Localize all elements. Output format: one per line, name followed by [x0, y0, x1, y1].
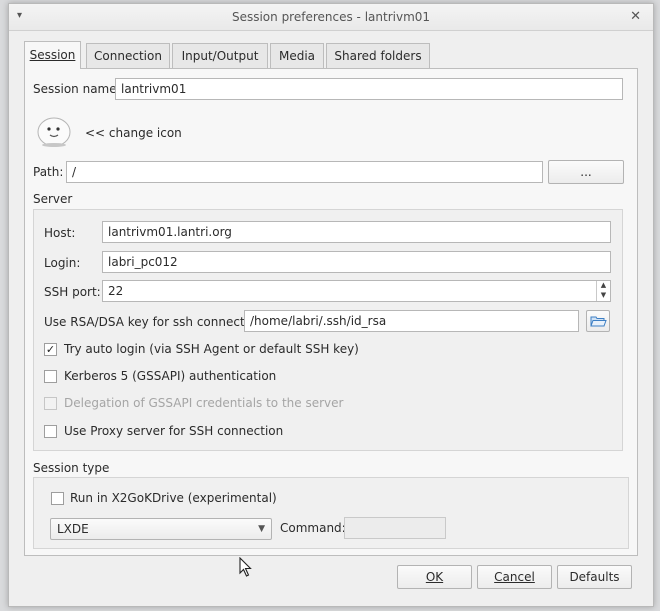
server-group: Host: lantrivm01.lantri.org Login: labri…: [33, 209, 623, 451]
delegation-label: Delegation of GSSAPI credentials to the …: [64, 396, 344, 410]
ok-button-label: OK: [425, 570, 444, 584]
title-bar: ▾ Session preferences - lantrivm01 ✕: [9, 4, 653, 31]
kerberos-checkbox[interactable]: [44, 370, 57, 383]
close-icon[interactable]: ✕: [630, 9, 641, 24]
command-input: [344, 517, 446, 539]
mascot-icon: [37, 117, 71, 147]
auto-login-label[interactable]: Try auto login (via SSH Agent or default…: [64, 342, 359, 356]
mouse-cursor-icon: [239, 557, 252, 577]
chevron-down-icon: ▼: [258, 524, 265, 534]
session-type-select[interactable]: LXDE ▼: [50, 518, 272, 540]
host-label: Host:: [44, 226, 76, 240]
window-title: Session preferences - lantrivm01: [231, 10, 431, 24]
command-label: Command:: [280, 521, 346, 535]
session-name-input[interactable]: lantrivm01: [115, 78, 623, 100]
login-input[interactable]: labri_pc012: [102, 251, 611, 273]
session-type-value: LXDE: [57, 522, 89, 536]
tab-shared-folders-label: Shared folders: [334, 49, 422, 63]
x2gokdrive-label[interactable]: Run in X2GoKDrive (experimental): [70, 491, 277, 505]
cancel-button[interactable]: Cancel: [477, 565, 552, 589]
tab-media[interactable]: Media: [270, 43, 324, 68]
tab-session[interactable]: Session: [24, 41, 81, 69]
session-type-section-label: Session type: [33, 461, 110, 475]
spin-down-icon[interactable]: ▼: [596, 291, 610, 301]
defaults-button[interactable]: Defaults: [557, 565, 632, 589]
path-input[interactable]: /: [66, 161, 543, 183]
defaults-button-label: Defaults: [569, 570, 620, 584]
folder-open-icon: [590, 316, 607, 327]
session-icon[interactable]: [35, 111, 73, 149]
tab-connection-label: Connection: [94, 49, 162, 63]
auto-login-checkbox[interactable]: ✓: [44, 343, 57, 356]
rsa-key-input[interactable]: /home/labri/.ssh/id_rsa: [244, 310, 579, 332]
tab-session-label: Session: [29, 48, 76, 62]
tab-connection[interactable]: Connection: [86, 43, 170, 68]
ssh-port-spinbox[interactable]: 22 ▲ ▼: [102, 280, 611, 302]
session-tab-panel: Session name: lantrivm01 << change icon …: [24, 68, 638, 556]
tab-shared-folders[interactable]: Shared folders: [326, 43, 430, 68]
kerberos-label[interactable]: Kerberos 5 (GSSAPI) authentication: [64, 369, 276, 383]
server-section-label: Server: [33, 192, 73, 206]
cancel-button-label: Cancel: [494, 570, 535, 584]
rsa-key-label: Use RSA/DSA key for ssh connection:: [44, 315, 267, 329]
session-preferences-dialog: ▾ Session preferences - lantrivm01 ✕ Ses…: [8, 3, 654, 607]
proxy-checkbox[interactable]: [44, 425, 57, 438]
ok-button[interactable]: OK: [397, 565, 472, 589]
tab-media-label: Media: [278, 49, 316, 63]
login-label: Login:: [44, 256, 81, 270]
session-name-label: Session name:: [33, 82, 121, 96]
tab-input-output[interactable]: Input/Output: [172, 43, 268, 68]
browse-path-button[interactable]: ...: [548, 160, 624, 184]
spin-up-icon[interactable]: ▲: [596, 281, 610, 291]
ssh-port-label: SSH port:: [44, 285, 101, 299]
x2gokdrive-checkbox[interactable]: [51, 492, 64, 505]
host-input[interactable]: lantrivm01.lantri.org: [102, 221, 611, 243]
proxy-label[interactable]: Use Proxy server for SSH connection: [64, 424, 283, 438]
tab-input-output-label: Input/Output: [181, 49, 259, 63]
path-label: Path:: [33, 165, 64, 179]
change-icon-label[interactable]: << change icon: [85, 126, 182, 140]
delegation-checkbox: [44, 397, 57, 410]
ssh-port-value: 22: [108, 284, 124, 298]
session-type-group: Run in X2GoKDrive (experimental) LXDE ▼ …: [33, 477, 629, 549]
browse-rsa-key-button[interactable]: [586, 310, 610, 332]
